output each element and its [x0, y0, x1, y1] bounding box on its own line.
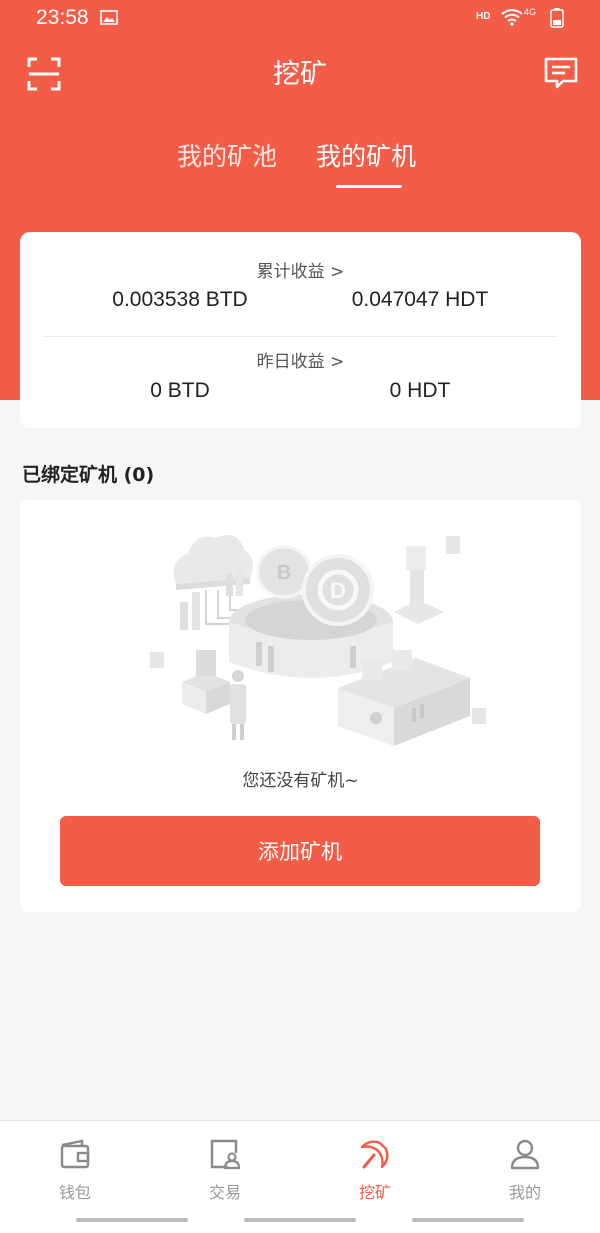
- nav-item-me[interactable]: 我的: [450, 1121, 600, 1221]
- nav-label-mining: 挖矿: [358, 1183, 391, 1202]
- bottom-nav: 钱包 交易 挖矿 我的: [0, 1120, 600, 1233]
- nav-label-trade: 交易: [208, 1183, 241, 1202]
- svg-text:D: D: [330, 578, 346, 603]
- add-miner-button[interactable]: 添加矿机: [60, 816, 540, 886]
- empty-state-text: 您还没有矿机~: [242, 771, 359, 791]
- total-btd-value: 0.003538 BTD: [112, 288, 248, 311]
- nav-label-me: 我的: [508, 1183, 541, 1202]
- wifi-icon: [501, 9, 523, 26]
- trade-icon: [210, 1139, 241, 1170]
- network-indicator: 4G: [524, 7, 537, 17]
- divider: [44, 336, 557, 337]
- yesterday-btd-value: 0 BTD: [150, 379, 210, 402]
- gallery-icon: [100, 10, 118, 25]
- status-time: 23:58: [36, 6, 89, 29]
- earnings-card: 累计收益 > 0.003538 BTD 0.047047 HDT 昨日收益 > …: [20, 232, 581, 428]
- gesture-bar: [76, 1218, 188, 1222]
- empty-state-card: B D 您还没有矿机~ 添加矿机: [20, 500, 581, 912]
- svg-text:B: B: [277, 562, 291, 584]
- nav-item-wallet[interactable]: 钱包: [0, 1121, 150, 1221]
- nav-label-wallet: 钱包: [58, 1183, 91, 1202]
- nav-item-mining[interactable]: 挖矿: [300, 1121, 450, 1221]
- total-hdt-value: 0.047047 HDT: [351, 288, 489, 311]
- person-icon: [510, 1139, 540, 1170]
- gesture-bar: [412, 1218, 524, 1222]
- active-tab-indicator: [336, 185, 402, 188]
- status-bar: 23:58 HD 4G: [0, 0, 600, 36]
- message-icon[interactable]: [543, 56, 579, 90]
- page-title: 挖矿: [273, 59, 327, 90]
- gesture-bar: [244, 1218, 356, 1222]
- bound-miners-title: 已绑定矿机 (0): [22, 464, 155, 486]
- mining-illustration: B D: [150, 534, 486, 746]
- hd-indicator: HD: [476, 11, 491, 22]
- tab-my-pool[interactable]: 我的矿池: [177, 137, 277, 173]
- battery-icon: [550, 8, 564, 28]
- nav-item-trade[interactable]: 交易: [150, 1121, 300, 1221]
- wallet-icon: [60, 1139, 90, 1169]
- yesterday-hdt-value: 0 HDT: [389, 379, 451, 402]
- tab-my-miner[interactable]: 我的矿机: [316, 137, 416, 173]
- total-earnings-link[interactable]: 累计收益 >: [20, 257, 581, 282]
- pickaxe-icon: [360, 1140, 389, 1169]
- yesterday-earnings-link[interactable]: 昨日收益 >: [20, 347, 581, 372]
